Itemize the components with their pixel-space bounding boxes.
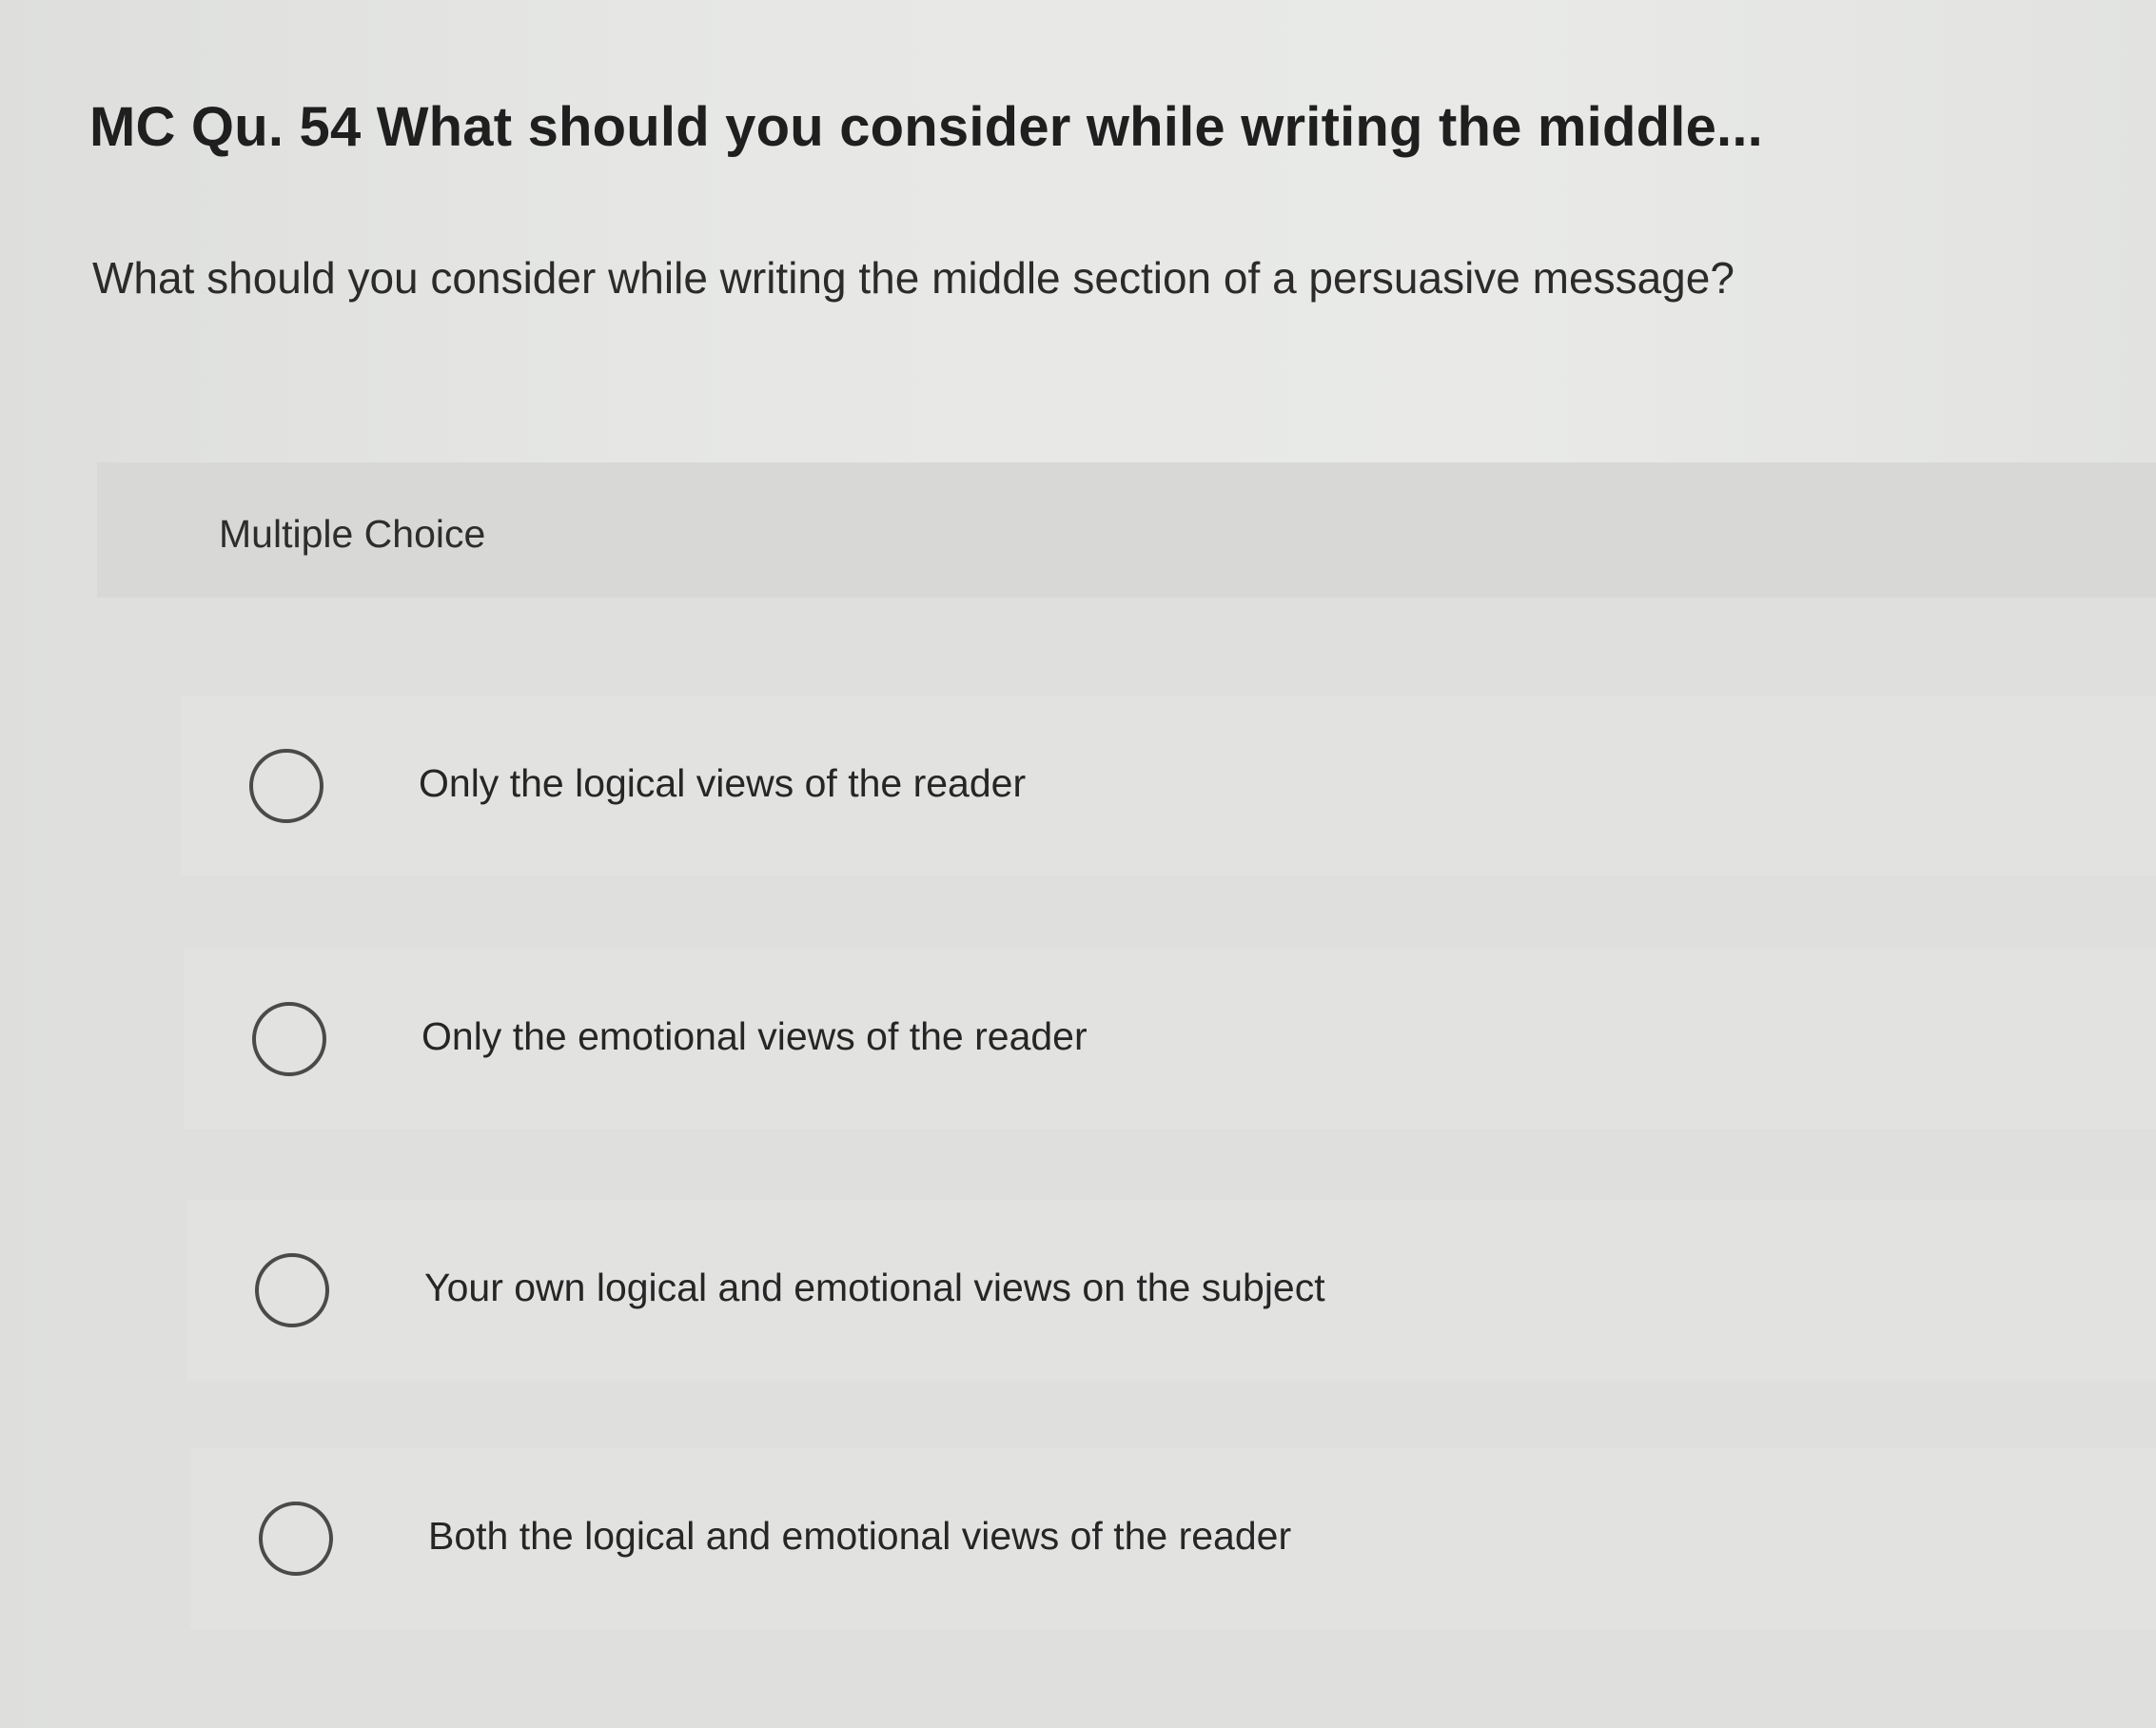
radio-unchecked-icon[interactable] [255, 1253, 329, 1327]
answer-option-1[interactable]: Only the logical views of the reader [181, 696, 2156, 876]
question-title: MC Qu. 54 What should you consider while… [89, 96, 1763, 158]
answer-option-2[interactable]: Only the emotional views of the reader [184, 949, 2156, 1129]
panel-header: Multiple Choice [97, 462, 2156, 598]
multiple-choice-panel: Multiple Choice Only the logical views o… [97, 462, 2156, 1728]
radio-unchecked-icon[interactable] [252, 1002, 326, 1076]
answer-option-label: Both the logical and emotional views of … [428, 1514, 1292, 1558]
radio-unchecked-icon[interactable] [249, 749, 323, 823]
radio-unchecked-icon[interactable] [259, 1502, 333, 1576]
multiple-choice-label: Multiple Choice [219, 512, 486, 556]
question-prompt: What should you consider while writing t… [92, 253, 1735, 303]
answer-option-label: Only the emotional views of the reader [421, 1014, 1088, 1058]
quiz-page: MC Qu. 54 What should you consider while… [0, 0, 2156, 1728]
answer-option-4[interactable]: Both the logical and emotional views of … [190, 1448, 2156, 1629]
answer-option-3[interactable]: Your own logical and emotional views on … [186, 1200, 2156, 1381]
answer-option-label: Your own logical and emotional views on … [424, 1266, 1325, 1309]
answer-option-label: Only the logical views of the reader [419, 761, 1027, 805]
